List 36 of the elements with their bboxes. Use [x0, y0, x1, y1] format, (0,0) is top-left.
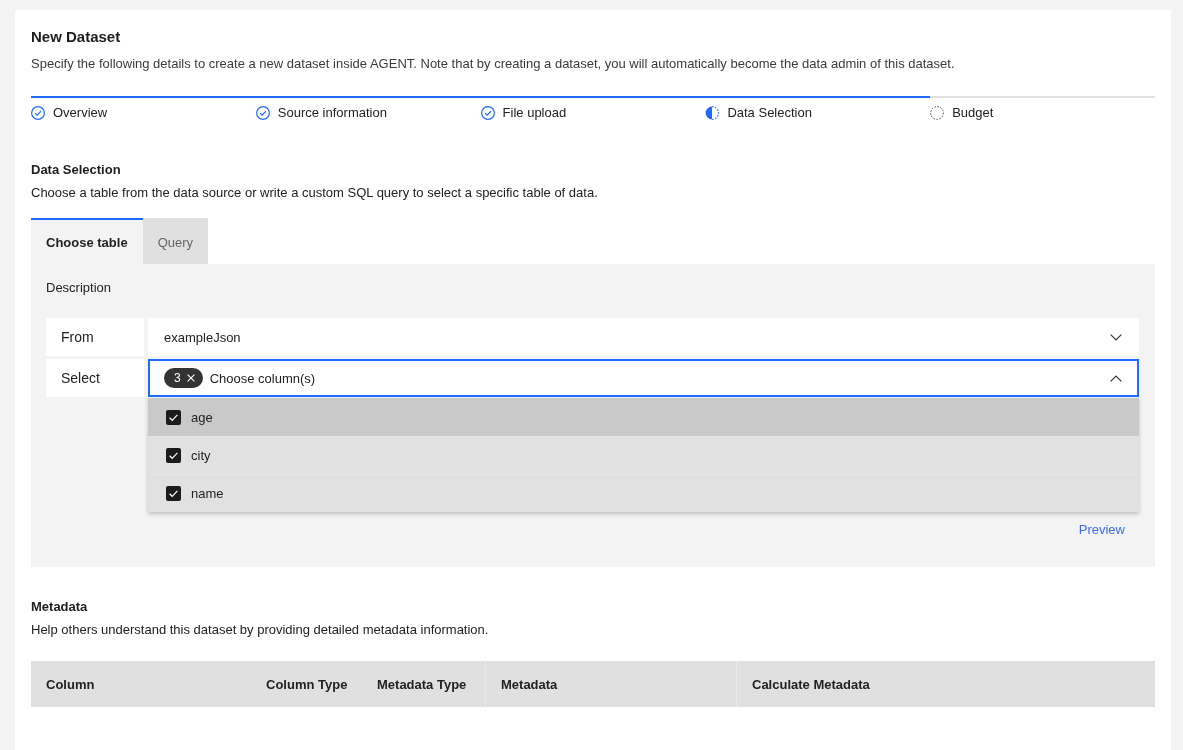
step-label: Budget — [952, 104, 994, 122]
tab[interactable]: Query — [142, 218, 209, 264]
section-description: Help others understand this dataset by providing detailed metadata information. — [31, 621, 490, 639]
preview-link[interactable]: Preview — [1078, 521, 1125, 539]
section-heading: Data Selection — [31, 161, 122, 179]
close-icon — [186, 374, 195, 382]
chevron-down-icon — [1110, 333, 1122, 341]
column-header: Metadata — [485, 661, 736, 707]
half-filled-circle-icon — [705, 106, 720, 120]
dropdown-option[interactable]: name — [148, 474, 1139, 512]
column-header: Metadata Type — [376, 675, 468, 694]
section-heading: Metadata — [31, 598, 89, 616]
section-description: Choose a table from the data source or write a custom SQL query to select a specific table of data. — [31, 184, 599, 202]
dashed-circle-icon — [930, 106, 945, 120]
check-circle-icon — [255, 106, 270, 120]
dropdown-option[interactable]: age — [148, 398, 1139, 436]
selection-count-chip[interactable]: 3 — [164, 368, 203, 388]
check-circle-icon — [31, 106, 45, 120]
chevron-up-icon — [1110, 374, 1122, 382]
check-circle-icon — [480, 106, 495, 120]
field-label: Select — [46, 359, 144, 397]
dropdown-option[interactable]: city — [148, 436, 1139, 474]
dropdown-field[interactable]: exampleJson — [148, 318, 1139, 356]
step-label: Data Selection — [727, 104, 812, 122]
column-header: Column Type — [265, 675, 349, 694]
column-header: Column — [45, 675, 96, 694]
tab[interactable]: Choose table — [31, 218, 143, 264]
multiselect-field[interactable]: 3 Choose column(s) — [148, 359, 1139, 397]
column-header: Calculate Metadata — [736, 661, 1155, 707]
page-description: Specify the following details to create a new dataset inside AGENT. Note that by creating a dataset, you will automatically become the data admin of this dataset. — [31, 55, 956, 73]
page-title: New Dataset — [31, 27, 122, 47]
field-label: From — [46, 318, 144, 356]
step-label: Source information — [277, 104, 387, 122]
step-label: File upload — [502, 104, 567, 122]
panel-title: Description — [46, 279, 113, 297]
step-label: Overview — [53, 104, 108, 122]
